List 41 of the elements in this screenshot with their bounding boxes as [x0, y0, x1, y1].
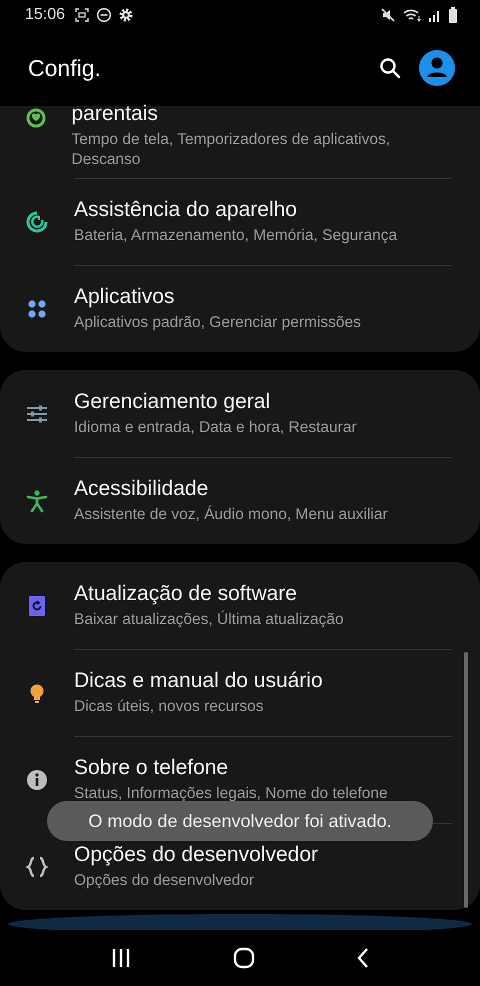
- settings-item[interactable]: Assistência do aparelho Bateria, Armazenamento, Memória, Segurança: [0, 178, 480, 265]
- back-icon: [356, 947, 370, 969]
- info-icon: [25, 768, 49, 792]
- settings-item[interactable]: Gerenciamento geral Idioma e entrada, Data e hora, Restaurar: [0, 370, 480, 457]
- item-title: Dicas e manual do usuário: [74, 668, 323, 692]
- screenshot-icon: [74, 7, 90, 23]
- settings-item[interactable]: Dicas e manual do usuário Dicas úteis, novos recursos: [0, 649, 480, 736]
- item-title: Aplicativos: [74, 284, 176, 308]
- item-summary: Bateria, Armazenamento, Memória, Segurança: [74, 226, 398, 246]
- settings-item[interactable]: Acessibilidade Assistente de voz, Áudio mono, Menu auxiliar: [0, 457, 480, 544]
- page-title: Config.: [28, 54, 101, 82]
- item-summary: Assistente de voz, Áudio mono, Menu auxiliar: [74, 504, 388, 524]
- person-icon: [25, 488, 49, 512]
- item-title: Gerenciamento geral: [74, 390, 272, 414]
- item-summary: Dicas úteis, novos recursos: [74, 696, 265, 716]
- avatar-icon: [419, 50, 455, 86]
- do-not-disturb-icon: [96, 7, 112, 23]
- braces-icon: [25, 854, 49, 878]
- item-summary: Idioma e entrada, Data e hora, Restaurar: [74, 418, 357, 438]
- muted-speaker-icon: [380, 7, 396, 23]
- clock-time: 15:06: [25, 6, 66, 24]
- developer-mode-toast: O modo de desenvolvedor foi ativado.: [47, 801, 433, 841]
- item-title: Sobre o telefone: [74, 756, 230, 780]
- item-title: Atualização de software: [74, 582, 298, 606]
- item-summary: Status, Informações legais, Nome do telefone: [74, 784, 388, 804]
- settings-item[interactable]: Aplicativos Aplicativos padrão, Gerenciar permissões: [0, 265, 480, 352]
- item-title: Acessibilidade: [74, 476, 210, 500]
- gear-icon: [118, 7, 134, 23]
- settings-item[interactable]: Atualização de software Baixar atualizações, Última atualização: [0, 562, 480, 649]
- item-summary: Aplicativos padrão, Gerenciar permissões: [74, 312, 361, 332]
- account-button[interactable]: [419, 50, 455, 86]
- search-icon: [379, 57, 401, 79]
- item-title: Opções do desenvolvedor: [74, 842, 318, 866]
- battery-icon: [448, 7, 458, 23]
- search-button[interactable]: [379, 57, 401, 79]
- item-title: Assistência do aparelho: [74, 198, 298, 222]
- home-icon: [232, 947, 255, 969]
- item-summary: Opções do desenvolvedor: [74, 870, 256, 890]
- wifi-icon: [402, 7, 422, 23]
- item-summary: Tempo de tela, Temporizadores de aplicativos, Descanso: [72, 130, 391, 170]
- item-summary: Baixar atualizações, Última atualização: [74, 610, 344, 630]
